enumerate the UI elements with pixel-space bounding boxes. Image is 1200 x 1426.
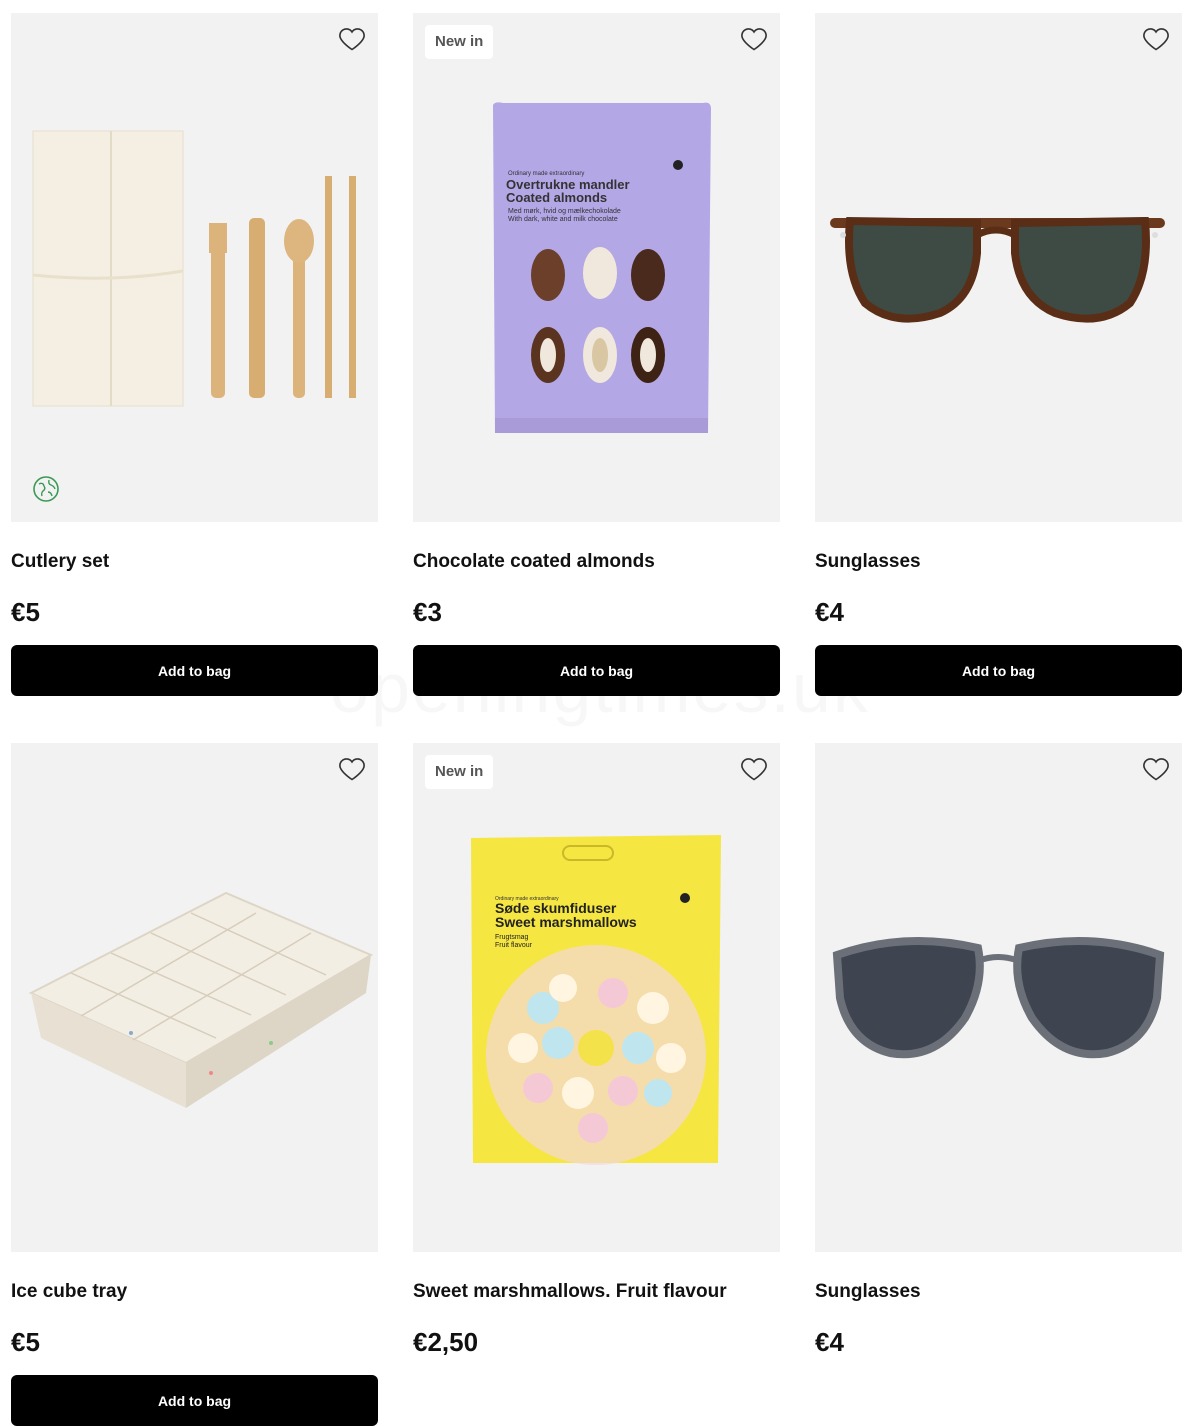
almonds-package-image: Ordinary made extraordinary Overtrukne m… bbox=[493, 102, 711, 433]
cutlery-set-image bbox=[32, 130, 356, 407]
product-title[interactable]: Sunglasses bbox=[815, 1280, 1182, 1304]
add-to-bag-button[interactable]: Add to bag bbox=[413, 645, 780, 696]
product-image[interactable] bbox=[815, 13, 1182, 522]
product-price: €2,50 bbox=[413, 1327, 479, 1357]
wishlist-heart-icon[interactable] bbox=[740, 755, 768, 783]
product-title[interactable]: Sunglasses bbox=[815, 550, 1182, 574]
product-image[interactable]: Ordinary made extraordinary Overtrukne m… bbox=[413, 13, 780, 522]
product-price: €4 bbox=[815, 597, 844, 627]
grey-cat-eye-sunglasses-image bbox=[832, 936, 1165, 1059]
wishlist-heart-icon[interactable] bbox=[1142, 755, 1170, 783]
product-price: €4 bbox=[815, 1327, 844, 1357]
product-card[interactable]: Sunglasses €4 Add to bag bbox=[815, 13, 1182, 696]
svg-text:With dark, white and milk choc: With dark, white and milk chocolate bbox=[508, 216, 618, 223]
svg-text:Frugtsmag: Frugtsmag bbox=[495, 934, 529, 941]
ice-cube-tray-image bbox=[28, 891, 374, 1108]
product-title[interactable]: Cutlery set bbox=[11, 550, 378, 574]
product-title[interactable]: Sweet marshmallows. Fruit flavour bbox=[413, 1280, 780, 1304]
product-title[interactable]: Chocolate coated almonds bbox=[413, 550, 780, 574]
product-card[interactable]: Ordinary made extraordinary Søde skumfid… bbox=[413, 743, 780, 1426]
svg-text:Fruit flavour: Fruit flavour bbox=[495, 942, 533, 949]
product-grid: Cutlery set €5 Add to bag Ordinary made … bbox=[11, 13, 1182, 1426]
wishlist-heart-icon[interactable] bbox=[1142, 25, 1170, 53]
svg-text:Coated almonds: Coated almonds bbox=[506, 190, 607, 205]
product-image[interactable] bbox=[815, 743, 1182, 1252]
wishlist-heart-icon[interactable] bbox=[740, 25, 768, 53]
product-image[interactable] bbox=[11, 13, 378, 522]
product-image[interactable] bbox=[11, 743, 378, 1252]
product-title[interactable]: Ice cube tray bbox=[11, 1280, 378, 1304]
svg-text:Sweet marshmallows: Sweet marshmallows bbox=[495, 914, 637, 930]
svg-text:Med mørk, hvid og mælkechokola: Med mørk, hvid og mælkechokolade bbox=[508, 208, 621, 215]
product-card[interactable]: Sunglasses €4 bbox=[815, 743, 1182, 1426]
wishlist-heart-icon[interactable] bbox=[338, 755, 366, 783]
marshmallows-package-image: Ordinary made extraordinary Søde skumfid… bbox=[471, 835, 721, 1165]
earth-icon bbox=[33, 476, 59, 502]
product-price: €5 bbox=[11, 1327, 40, 1357]
product-image[interactable]: Ordinary made extraordinary Søde skumfid… bbox=[413, 743, 780, 1252]
new-badge: New in bbox=[425, 25, 494, 59]
new-badge: New in bbox=[425, 755, 494, 789]
add-to-bag-button[interactable]: Add to bag bbox=[815, 645, 1182, 696]
product-card[interactable]: Ordinary made extraordinary Overtrukne m… bbox=[413, 13, 780, 696]
product-price: €5 bbox=[11, 597, 40, 627]
add-to-bag-button[interactable]: Add to bag bbox=[11, 645, 378, 696]
product-price: €3 bbox=[413, 597, 442, 627]
add-to-bag-button[interactable]: Add to bag bbox=[11, 1375, 378, 1426]
product-card[interactable]: Cutlery set €5 Add to bag bbox=[11, 13, 378, 696]
wishlist-heart-icon[interactable] bbox=[338, 25, 366, 53]
tortoiseshell-sunglasses-image bbox=[830, 216, 1165, 323]
product-card[interactable]: Ice cube tray €5 Add to bag bbox=[11, 743, 378, 1426]
